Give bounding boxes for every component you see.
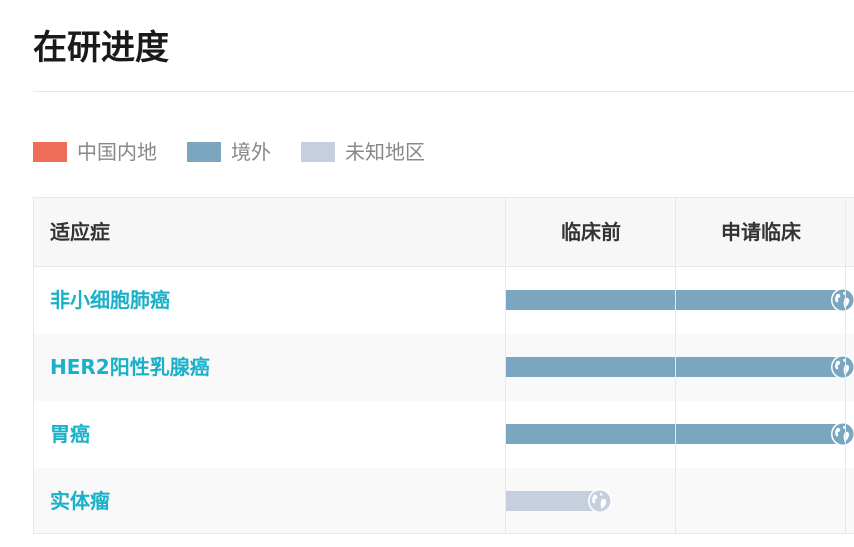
column-divider bbox=[845, 198, 846, 533]
legend-item-mainland[interactable]: 中国内地 bbox=[33, 139, 157, 165]
legend-label-unknown: 未知地区 bbox=[345, 140, 425, 164]
legend-label-mainland: 中国内地 bbox=[77, 140, 157, 164]
globe-icon[interactable] bbox=[830, 421, 854, 447]
region-legend: 中国内地 境外 未知地区 bbox=[33, 139, 455, 165]
globe-icon[interactable] bbox=[830, 287, 854, 313]
column-divider bbox=[505, 198, 506, 533]
column-header-ind-application: 申请临床 bbox=[721, 220, 801, 244]
indication-link[interactable]: 实体瘤 bbox=[50, 468, 110, 533]
indication-link[interactable]: 非小细胞肺癌 bbox=[50, 267, 170, 334]
table-row: 胃癌 bbox=[34, 401, 854, 468]
column-header-preclinical: 临床前 bbox=[561, 220, 621, 244]
indication-link[interactable]: HER2阳性乳腺癌 bbox=[50, 334, 210, 401]
legend-item-unknown[interactable]: 未知地区 bbox=[301, 139, 425, 165]
table-row: 非小细胞肺癌 bbox=[34, 267, 854, 334]
legend-swatch-unknown bbox=[301, 142, 335, 162]
legend-label-overseas: 境外 bbox=[231, 140, 271, 164]
table-row: HER2阳性乳腺癌 bbox=[34, 334, 854, 401]
legend-swatch-mainland bbox=[33, 142, 67, 162]
indication-link[interactable]: 胃癌 bbox=[50, 401, 90, 468]
column-divider bbox=[675, 198, 676, 533]
globe-icon[interactable] bbox=[587, 488, 613, 514]
progress-bar bbox=[506, 491, 600, 511]
table-row: 实体瘤 bbox=[34, 468, 854, 533]
globe-icon[interactable] bbox=[830, 354, 854, 380]
title-divider bbox=[33, 91, 854, 92]
progress-table: 适应症 临床前 申请临床 非小细胞肺癌 HER2阳性乳腺癌 胃癌 实体瘤 bbox=[33, 197, 854, 534]
legend-swatch-overseas bbox=[187, 142, 221, 162]
page-title: 在研进度 bbox=[33, 28, 169, 68]
page: 在研进度 中国内地 境外 未知地区 适应症 临床前 申请临床 非小细胞肺癌 HE… bbox=[0, 0, 854, 547]
legend-item-overseas[interactable]: 境外 bbox=[187, 139, 271, 165]
table-header: 适应症 临床前 申请临床 bbox=[34, 198, 854, 267]
column-header-indication: 适应症 bbox=[50, 220, 110, 244]
